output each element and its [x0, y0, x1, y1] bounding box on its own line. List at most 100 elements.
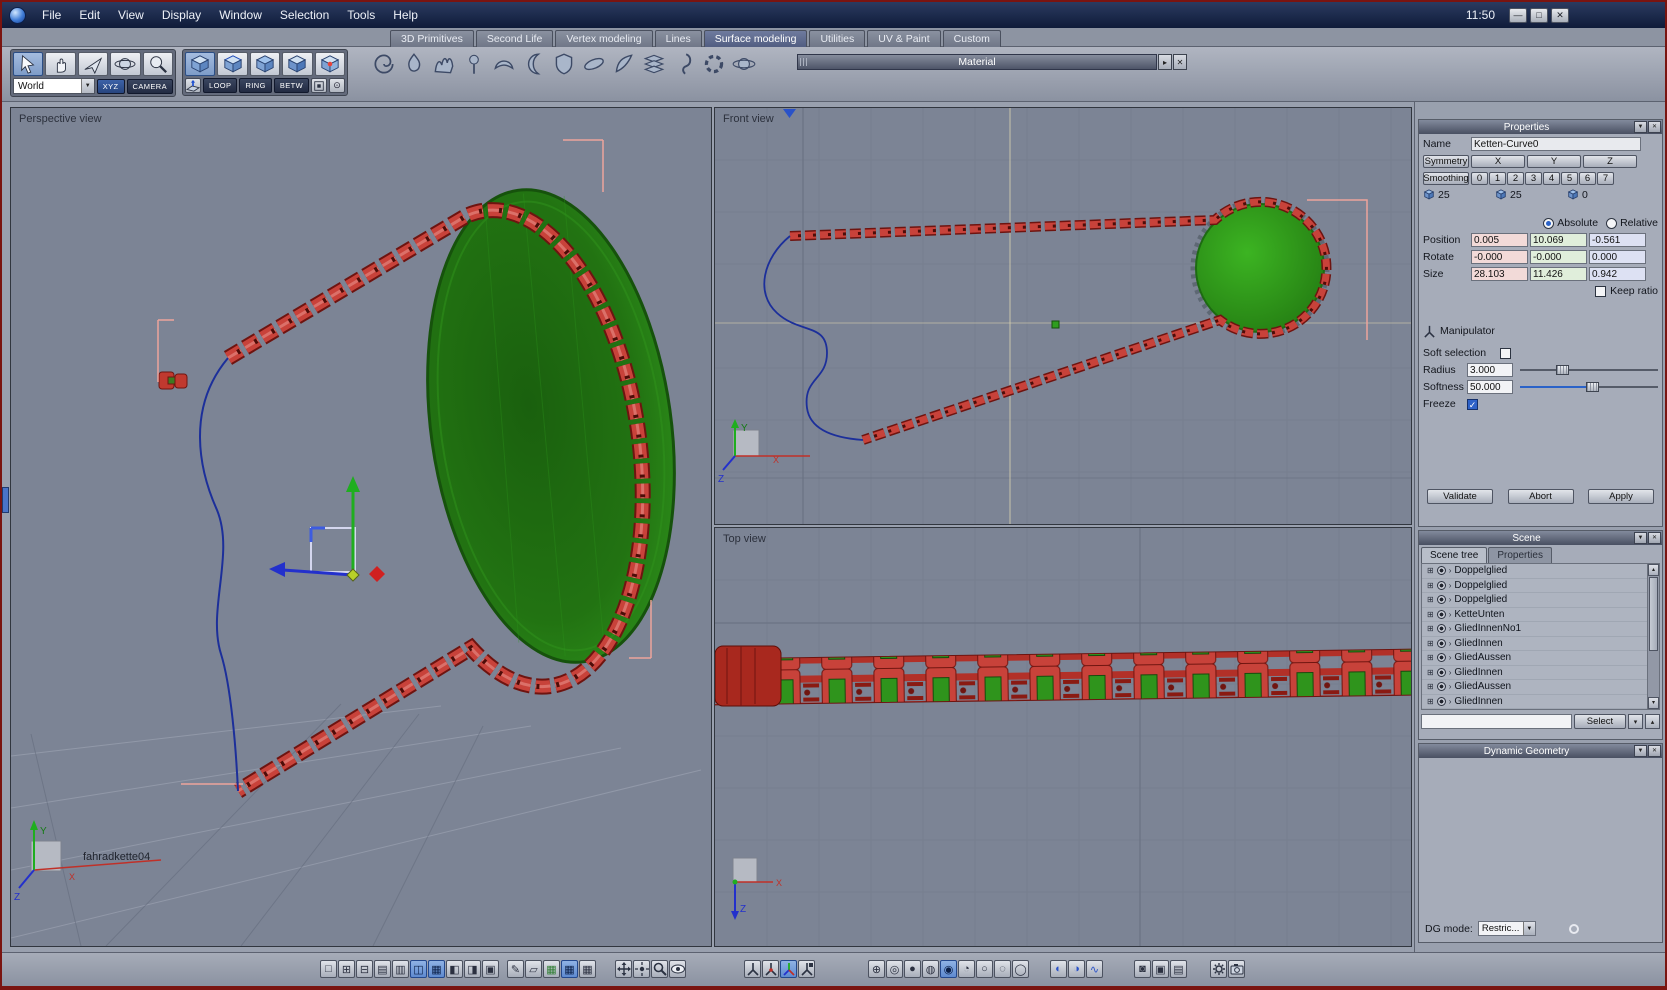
- layout-single-button[interactable]: □: [320, 960, 337, 978]
- expand-icon[interactable]: ⊞: [1427, 624, 1434, 633]
- shading-textured-button[interactable]: ○: [976, 960, 993, 978]
- arrow-icon[interactable]: ›: [1449, 697, 1452, 706]
- scene-tree-item[interactable]: ⊞ › GliedInnen: [1422, 695, 1659, 709]
- select-faces-button[interactable]: [249, 52, 281, 76]
- top-viewport[interactable]: Top view X Z: [714, 527, 1412, 947]
- shading-ghost-button[interactable]: ◌: [994, 960, 1011, 978]
- maximize-button[interactable]: □: [1530, 7, 1548, 23]
- gordon-surface-tool[interactable]: [430, 50, 458, 78]
- blade-tool[interactable]: [610, 50, 638, 78]
- scene-tree-item[interactable]: ⊞ › KetteUnten: [1422, 608, 1659, 622]
- scene-tree-item[interactable]: ⊞ › Doppelglied: [1422, 579, 1659, 593]
- grid-plane-button[interactable]: ▦: [579, 960, 596, 978]
- visibility-icon[interactable]: [1436, 624, 1446, 634]
- layout-hsplit-button[interactable]: ⊟: [356, 960, 373, 978]
- shading-flat-wire-button[interactable]: ◍: [922, 960, 939, 978]
- radius-field[interactable]: [1467, 363, 1513, 377]
- manipulator-drop-button[interactable]: [798, 960, 815, 978]
- name-field[interactable]: [1471, 137, 1641, 151]
- object-boxed-button[interactable]: ▣: [1152, 960, 1169, 978]
- close-button[interactable]: ✕: [1551, 7, 1569, 23]
- ruled-surface-tool[interactable]: [370, 50, 398, 78]
- layers-tool[interactable]: [640, 50, 668, 78]
- rotate-y-field[interactable]: [1530, 250, 1587, 264]
- symmetry-z-button[interactable]: Z: [1583, 154, 1637, 168]
- gear-ring-tool[interactable]: [700, 50, 728, 78]
- curve-shaded-button[interactable]: ◐: [1050, 960, 1067, 978]
- panel-resize-handle[interactable]: [2, 487, 9, 513]
- smoothing-button[interactable]: Smoothing: [1423, 171, 1469, 185]
- close-icon[interactable]: ✕: [1648, 532, 1661, 544]
- scroll-up-icon[interactable]: ▴: [1648, 564, 1659, 576]
- visibility-icon[interactable]: [1436, 580, 1446, 590]
- shading-flat-button[interactable]: ●: [904, 960, 921, 978]
- fan-surface-tool[interactable]: [490, 50, 518, 78]
- material-close-button[interactable]: ✕: [1173, 54, 1187, 70]
- minimize-button[interactable]: —: [1509, 7, 1527, 23]
- arrow-icon[interactable]: ›: [1449, 624, 1452, 633]
- size-z-field[interactable]: [1589, 267, 1646, 281]
- select-auto-button[interactable]: [314, 52, 346, 76]
- front-viewport[interactable]: Front view Y Z X: [714, 107, 1412, 525]
- radius-slider[interactable]: [1520, 364, 1658, 376]
- tab-surface-modeling[interactable]: Surface modeling: [703, 30, 808, 48]
- rotate-x-field[interactable]: [1471, 250, 1528, 264]
- expand-icon[interactable]: ⊞: [1427, 581, 1434, 590]
- scene-scrollbar[interactable]: ▴ ▾: [1647, 564, 1659, 709]
- arrow-icon[interactable]: ›: [1449, 610, 1452, 619]
- visibility-icon[interactable]: [1436, 638, 1446, 648]
- tab-utilities[interactable]: Utilities: [809, 30, 866, 48]
- expand-icon[interactable]: ⊞: [1427, 682, 1434, 691]
- expand-icon[interactable]: ⊞: [1427, 653, 1434, 662]
- material-expand-button[interactable]: ▸: [1158, 54, 1172, 70]
- smoothing-level-5[interactable]: 5: [1561, 171, 1578, 185]
- shading-smooth-button[interactable]: ◉: [940, 960, 957, 978]
- visibility-icon[interactable]: [1436, 653, 1446, 663]
- close-icon[interactable]: ✕: [1648, 745, 1661, 757]
- manipulator-universal-button[interactable]: [780, 960, 797, 978]
- object-shaded-button[interactable]: ◙: [1134, 960, 1151, 978]
- smoothing-level-1[interactable]: 1: [1489, 171, 1506, 185]
- pan-tool-button[interactable]: [45, 52, 76, 76]
- arrow-icon[interactable]: ›: [1449, 566, 1452, 575]
- visibility-button[interactable]: [669, 960, 686, 978]
- curve-smooth-button[interactable]: ◑: [1068, 960, 1085, 978]
- visibility-icon[interactable]: [1436, 682, 1446, 692]
- expand-icon[interactable]: ⊞: [1427, 566, 1434, 575]
- soft-selection-checkbox[interactable]: [1500, 347, 1512, 359]
- zoom-tool-button[interactable]: [142, 52, 174, 76]
- menu-edit[interactable]: Edit: [70, 4, 109, 26]
- position-y-field[interactable]: [1530, 233, 1587, 247]
- layout-quad-button[interactable]: ⊞: [338, 960, 355, 978]
- smoothing-level-7[interactable]: 7: [1597, 171, 1614, 185]
- symmetry-button[interactable]: Symmetry: [1423, 154, 1469, 168]
- rotate-z-field[interactable]: [1589, 250, 1646, 264]
- dynamic-geometry-header[interactable]: Dynamic Geometry ▼ ✕: [1419, 744, 1662, 758]
- freeze-checkbox[interactable]: [1467, 398, 1478, 410]
- orbit-tool-button[interactable]: [110, 52, 141, 76]
- collapse-icon[interactable]: ▼: [1634, 745, 1647, 757]
- menu-display[interactable]: Display: [153, 4, 210, 26]
- orbit-sphere-tool[interactable]: [730, 50, 758, 78]
- layout-rows3-button[interactable]: ▥: [392, 960, 409, 978]
- arrow-icon[interactable]: ›: [1449, 595, 1452, 604]
- grid-arrow-button[interactable]: [185, 78, 201, 93]
- eraser-button[interactable]: ▱: [525, 960, 542, 978]
- scene-tree-item[interactable]: ⊞ › GliedInnenNo1: [1422, 622, 1659, 637]
- scene-header[interactable]: Scene ▼ ✕: [1419, 531, 1662, 545]
- select-object-button[interactable]: [282, 52, 313, 76]
- grid-show-button[interactable]: ▦: [561, 960, 578, 978]
- layout-inset-button[interactable]: ▣: [482, 960, 499, 978]
- expand-icon[interactable]: ⊞: [1427, 595, 1434, 604]
- arrow-icon[interactable]: ›: [1449, 639, 1452, 648]
- softness-field[interactable]: [1467, 380, 1513, 394]
- arrow-icon[interactable]: ›: [1449, 682, 1452, 691]
- object-bars-button[interactable]: ▤: [1170, 960, 1187, 978]
- smoothing-level-3[interactable]: 3: [1525, 171, 1542, 185]
- collapse-icon[interactable]: ▼: [1634, 121, 1647, 133]
- perspective-canvas[interactable]: Y Z X fahradkette04: [11, 108, 711, 946]
- tab-custom[interactable]: Custom: [942, 30, 1001, 48]
- thickness-tool[interactable]: [550, 50, 578, 78]
- apply-button[interactable]: Apply: [1588, 489, 1654, 504]
- pan-view-button[interactable]: [615, 960, 632, 978]
